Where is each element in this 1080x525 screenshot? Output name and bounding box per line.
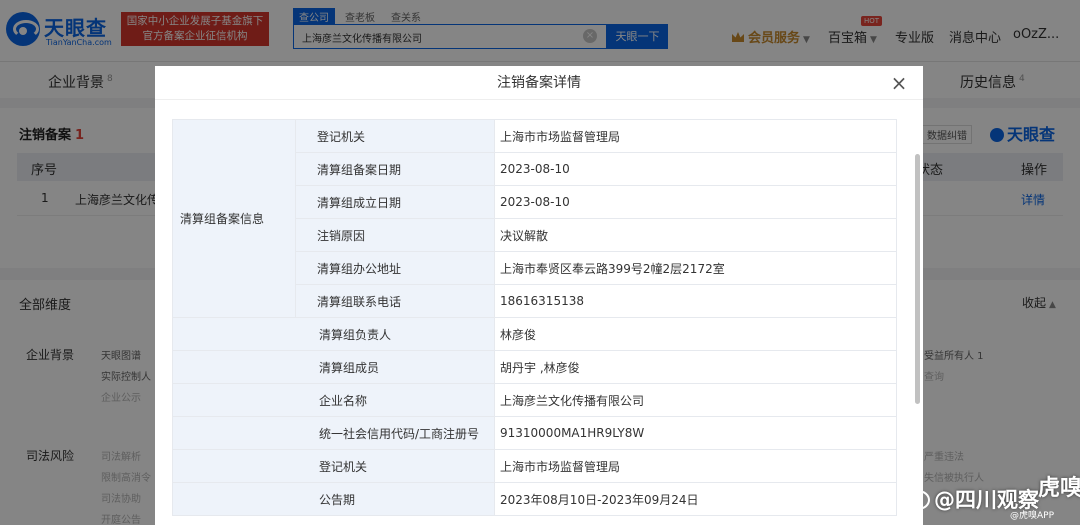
field-label: 企业名称 [172,383,495,417]
detail-table: 清算组备案信息 登记机关 上海市市场监督管理局 清算组备案日期 2023-08-10 清算… [172,119,897,516]
table-row: 登记机关 上海市市场监督管理局 [172,449,897,483]
modal-title: 注销备案详情 [155,66,923,100]
field-label: 统一社会信用代码/工商注册号 [172,416,495,450]
deregistration-detail-modal: 注销备案详情 × 清算组备案信息 登记机关 上海市市场监督管理局 清算组备案日期 202… [155,66,923,525]
table-row: 清算组负责人 林彦俊 [172,317,897,351]
field-value: 林彦俊 [494,317,897,351]
field-label: 清算组负责人 [172,317,495,351]
scrollbar-thumb[interactable] [915,154,920,404]
table-row: 企业名称 上海彦兰文化传播有限公司 [172,383,897,417]
field-label: 注销原因 [295,218,495,252]
section-label: 清算组备案信息 [172,119,296,318]
field-label: 清算组成立日期 [295,185,495,219]
weibo-icon [906,490,930,510]
table-row: 统一社会信用代码/工商注册号 91310000MA1HR9LY8W [172,416,897,450]
table-row: 清算组成员 胡丹宇 ,林彦俊 [172,350,897,384]
field-value: 胡丹宇 ,林彦俊 [494,350,897,384]
field-label: 登记机关 [295,119,495,153]
table-row: 清算组备案信息 登记机关 上海市市场监督管理局 [172,119,897,318]
field-label: 登记机关 [172,449,495,483]
field-label: 清算组办公地址 [295,251,495,285]
field-label: 清算组备案日期 [295,152,495,186]
field-value: 上海市奉贤区奉云路399号2幢2层2172室 [494,251,897,285]
field-value: 18616315138 [494,284,897,318]
watermark-top-text: 虎嗅 [1038,476,1080,501]
field-label: 公告期 [172,482,495,516]
field-value: 2023-08-10 [494,152,897,186]
field-value: 2023-08-10 [494,185,897,219]
field-value: 2023年08月10日-2023年09月24日 [494,482,897,516]
table-row: 公告期 2023年08月10日-2023年09月24日 [172,482,897,516]
field-value: 上海市市场监督管理局 [494,449,897,483]
field-value: 决议解散 [494,218,897,252]
watermark: 虎嗅 @四川观察 @虎嗅APP [906,470,1080,525]
field-label: 清算组联系电话 [295,284,495,318]
watermark-sub-text: @虎嗅APP [1010,511,1055,521]
field-label: 清算组成员 [172,350,495,384]
modal-scrollbar[interactable] [913,122,921,525]
field-value: 上海彦兰文化传播有限公司 [494,383,897,417]
field-value: 91310000MA1HR9LY8W [494,416,897,450]
close-icon[interactable]: × [888,72,910,94]
field-value: 上海市市场监督管理局 [494,119,897,153]
